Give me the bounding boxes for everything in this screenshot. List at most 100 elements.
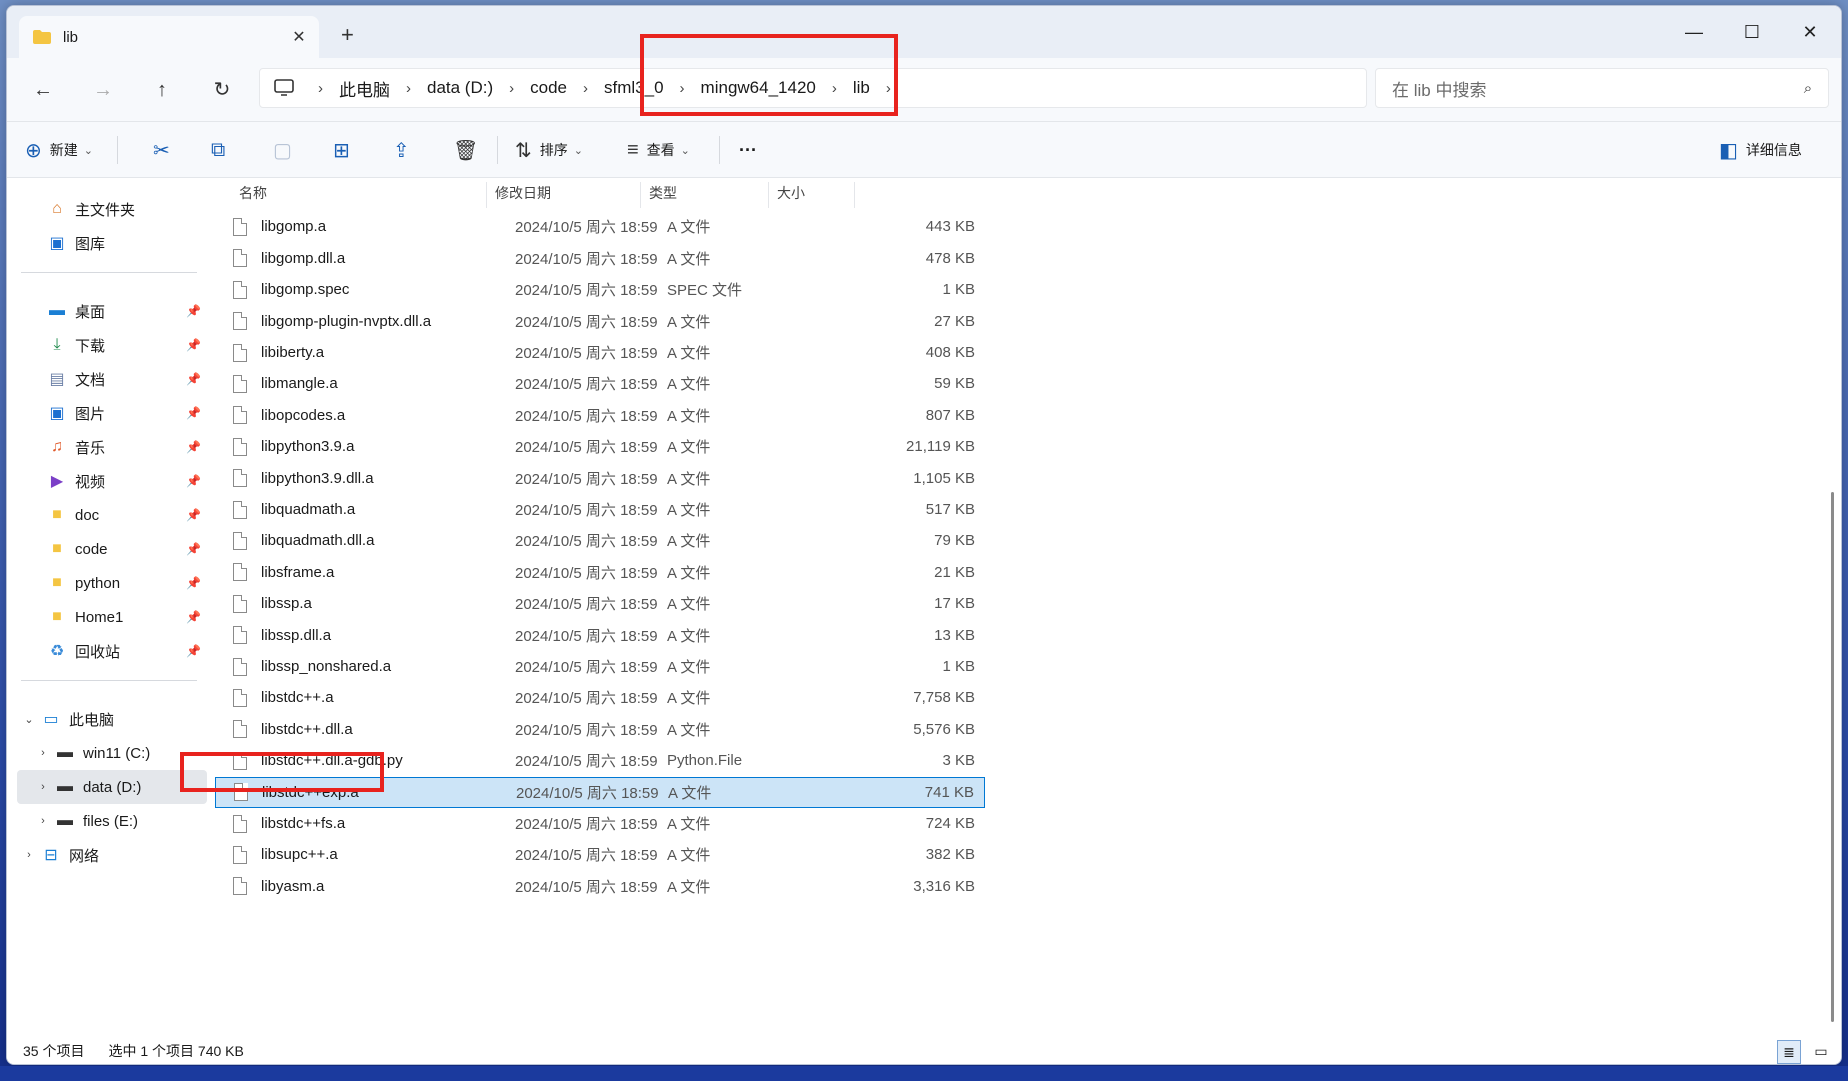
tab-lib[interactable]: lib ✕: [19, 16, 319, 58]
file-row[interactable]: libsframe.a 2024/10/5 周六 18:59 A 文件 21 KB: [215, 557, 985, 588]
sidebar-item-doc[interactable]: ■ doc 📌: [45, 498, 209, 532]
share-button[interactable]: ⇪: [393, 134, 418, 166]
sidebar-item-downloads[interactable]: ⤓ 下载 📌: [45, 328, 209, 362]
delete-button[interactable]: 🗑: [453, 134, 486, 166]
file-icon: [233, 280, 247, 299]
trash-icon: 🗑: [453, 139, 479, 162]
file-row[interactable]: libsupc++.a 2024/10/5 周六 18:59 A 文件 382 KB: [215, 839, 985, 870]
breadcrumb-data-d[interactable]: data (D:): [415, 78, 505, 98]
file-size: 79 KB: [934, 532, 975, 550]
new-tab-button[interactable]: +: [341, 24, 354, 46]
file-row[interactable]: libstdc++.dll.a 2024/10/5 周六 18:59 A 文件 5,5…: [215, 714, 985, 745]
vertical-scrollbar[interactable]: [1831, 492, 1834, 1022]
file-row[interactable]: libmangle.a 2024/10/5 周六 18:59 A 文件 59 KB: [215, 368, 985, 399]
file-row[interactable]: libgomp.a 2024/10/5 周六 18:59 A 文件 443 KB: [215, 211, 985, 242]
file-row[interactable]: libssp.a 2024/10/5 周六 18:59 A 文件 17 KB: [215, 588, 985, 619]
sidebar-item-this-pc[interactable]: ⌄ ▭ 此电脑: [19, 702, 213, 736]
chevron-right-icon[interactable]: ›: [33, 747, 53, 759]
forward-button[interactable]: →: [87, 74, 119, 106]
download-icon: ⤓: [53, 336, 61, 353]
sidebar-item-python[interactable]: ■ python 📌: [45, 566, 209, 600]
sidebar-item-drive-d[interactable]: › ▬ data (D:): [17, 770, 207, 804]
search-input[interactable]: 在 lib 中搜索 ⌕: [1375, 68, 1829, 108]
up-button[interactable]: ↑: [146, 74, 178, 106]
sidebar-item-gallery[interactable]: ▣ 图库: [45, 226, 239, 260]
breadcrumb-this-pc[interactable]: 此电脑: [327, 76, 402, 101]
file-row[interactable]: libstdc++.a 2024/10/5 周六 18:59 A 文件 7,758 K…: [215, 682, 985, 713]
sidebar-item-label: 图片: [75, 405, 106, 423]
column-header-date[interactable]: 修改日期: [487, 182, 641, 208]
details-view-button[interactable]: ≣: [1777, 1040, 1801, 1064]
paste-button[interactable]: ▢: [273, 134, 300, 166]
more-options-button[interactable]: ···: [739, 134, 757, 166]
sidebar-item-documents[interactable]: ▤ 文档 📌: [45, 362, 209, 396]
file-date: 2024/10/5 周六 18:59: [515, 564, 658, 582]
breadcrumb-code[interactable]: code: [518, 78, 579, 98]
file-row[interactable]: libgomp.spec 2024/10/5 周六 18:59 SPEC 文件 1 K…: [215, 274, 985, 305]
file-date: 2024/10/5 周六 18:59: [515, 502, 658, 519]
sidebar-item-drive-e[interactable]: › ▬ files (E:): [33, 804, 227, 838]
file-date: 2024/10/5 周六 18:59: [515, 282, 658, 300]
file-date: 2024/10/5 周六 18:59: [515, 878, 658, 896]
file-row[interactable]: libquadmath.a 2024/10/5 周六 18:59 A 文件 517 K…: [215, 494, 985, 525]
file-row[interactable]: libssp_nonshared.a 2024/10/5 周六 18:59 A 文件…: [215, 651, 985, 682]
sidebar-item-label: win11 (C:): [83, 744, 151, 762]
file-name: libpython3.9.a: [261, 438, 355, 456]
sort-button[interactable]: ⇅ 排序 ⌄: [515, 134, 583, 166]
minimize-button[interactable]: —: [1669, 16, 1719, 48]
sidebar-item-desktop[interactable]: ▬ 桌面 📌: [45, 294, 209, 328]
file-row[interactable]: libyasm.a 2024/10/5 周六 18:59 A 文件 3,316 KB: [215, 871, 985, 902]
refresh-button[interactable]: ↻: [206, 74, 238, 106]
file-row[interactable]: libgomp-plugin-nvptx.dll.a 2024/10/5 周六 1…: [215, 306, 985, 337]
chevron-right-icon[interactable]: ›: [19, 849, 39, 861]
file-row[interactable]: libquadmath.dll.a 2024/10/5 周六 18:59 A 文件 7…: [215, 525, 985, 556]
file-row[interactable]: libpython3.9.dll.a 2024/10/5 周六 18:59 A 文件…: [215, 463, 985, 494]
file-row[interactable]: libpython3.9.a 2024/10/5 周六 18:59 A 文件 21,1…: [215, 431, 985, 462]
file-name: libpython3.9.dll.a: [261, 469, 374, 487]
sidebar-item-recycle-bin[interactable]: ♻ 回收站 📌: [45, 634, 209, 668]
back-button[interactable]: ←: [27, 74, 59, 106]
file-date: 2024/10/5 周六 18:59: [515, 376, 658, 394]
file-type: SPEC 文件: [667, 282, 743, 300]
tiles-view-button[interactable]: ▭: [1809, 1040, 1833, 1064]
view-button[interactable]: ≡ 查看 ⌄: [627, 134, 690, 166]
sidebar-item-music[interactable]: ♫ 音乐 📌: [45, 430, 209, 464]
close-window-button[interactable]: ✕: [1785, 16, 1835, 48]
column-header-size[interactable]: 大小: [769, 182, 855, 208]
file-row[interactable]: libopcodes.a 2024/10/5 周六 18:59 A 文件 807 KB: [215, 400, 985, 431]
address-row: ← → ↑ ↻ › 此电脑 › data (D:) › code › sfml3…: [7, 58, 1841, 122]
cut-button[interactable]: ✂: [153, 134, 178, 166]
sidebar-item-pictures[interactable]: ▣ 图片 📌: [45, 396, 209, 430]
chevron-down-icon[interactable]: ⌄: [19, 713, 39, 726]
file-row[interactable]: libiberty.a 2024/10/5 周六 18:59 A 文件 408 KB: [215, 337, 985, 368]
file-name: libquadmath.dll.a: [261, 532, 375, 550]
file-name: libyasm.a: [261, 877, 325, 895]
file-type: A 文件: [667, 816, 711, 833]
copy-button[interactable]: ⧉: [211, 134, 233, 166]
new-button[interactable]: ⊕ 新建 ⌄: [25, 134, 93, 166]
details-pane-button[interactable]: ◧ 详细信息: [1719, 134, 1802, 166]
file-row[interactable]: libstdc++fs.a 2024/10/5 周六 18:59 A 文件 724 K…: [215, 808, 985, 839]
pin-icon: 📌: [186, 542, 201, 556]
file-icon: [233, 217, 247, 236]
sidebar-item-code[interactable]: ■ code 📌: [45, 532, 209, 566]
file-name: libgomp.spec: [261, 281, 350, 299]
file-size: 3,316 KB: [913, 877, 975, 895]
file-row[interactable]: libgomp.dll.a 2024/10/5 周六 18:59 A 文件 478 K…: [215, 243, 985, 274]
maximize-button[interactable]: ☐: [1727, 16, 1777, 48]
sidebar-item-label: python: [75, 574, 121, 592]
pin-icon: 📌: [186, 576, 201, 590]
file-row[interactable]: libssp.dll.a 2024/10/5 周六 18:59 A 文件 13 KB: [215, 620, 985, 651]
sidebar-item-home1[interactable]: ■ Home1 📌: [45, 600, 209, 634]
chevron-right-icon[interactable]: ›: [33, 781, 53, 793]
chevron-right-icon[interactable]: ›: [33, 815, 53, 827]
file-name: libgomp.dll.a: [261, 249, 346, 267]
column-header-type[interactable]: 类型: [641, 182, 769, 208]
sidebar-item-home[interactable]: ⌂ 主文件夹: [45, 192, 239, 226]
column-header-name[interactable]: 名称: [215, 182, 487, 208]
rename-button[interactable]: ⊞: [333, 134, 358, 166]
close-tab-icon[interactable]: ✕: [279, 27, 319, 47]
sidebar-item-videos[interactable]: ▶ 视频 📌: [45, 464, 209, 498]
video-icon: ▶: [50, 473, 64, 490]
sidebar-item-network[interactable]: › ⊟ 网络: [19, 838, 213, 872]
